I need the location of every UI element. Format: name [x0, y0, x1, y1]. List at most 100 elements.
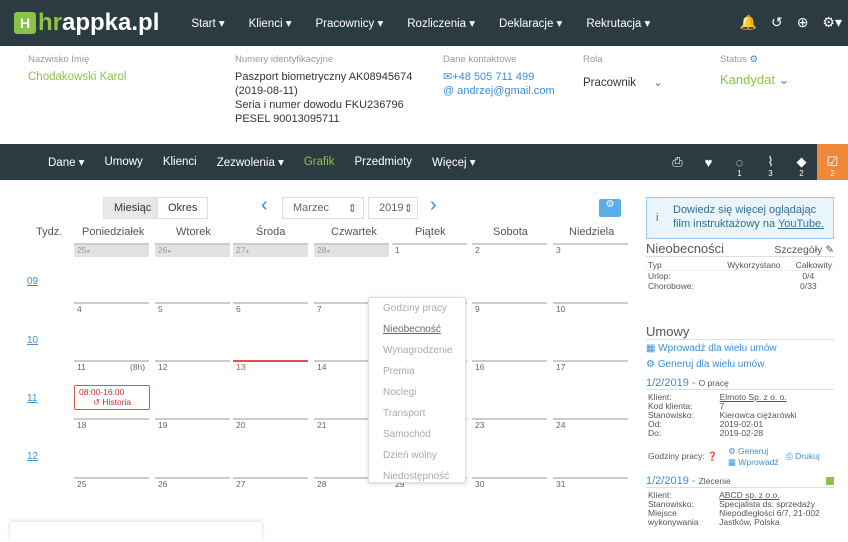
day-number: 26	[158, 479, 168, 489]
logo[interactable]: H hr appka.pl	[14, 9, 159, 37]
tab-grafik[interactable]: Grafik	[294, 156, 345, 168]
menu-item-niedostepnosc[interactable]: Niedostępność	[369, 466, 465, 487]
day-cell[interactable]: 26	[155, 477, 230, 491]
at-icon: @	[443, 85, 458, 97]
day-cell[interactable]: 27	[233, 477, 308, 491]
globe-icon[interactable]: ⊕	[797, 14, 809, 31]
day-cell[interactable]: 25●	[74, 243, 149, 257]
day-number: 18	[77, 420, 87, 430]
menu-item-premia[interactable]: Premia	[369, 361, 465, 382]
menu-item-godziny[interactable]: Godziny pracy	[369, 298, 465, 319]
day-cell[interactable]: 13	[233, 360, 308, 374]
menu-item-samochod[interactable]: Samochód	[369, 424, 465, 445]
youtube-link[interactable]: YouTube.	[778, 218, 824, 230]
enter-many-link[interactable]: ▦ Wprowadź dla wielu umów	[646, 343, 777, 354]
day-cell[interactable]: 19	[155, 418, 230, 432]
day-cell[interactable]: 2	[472, 243, 547, 257]
calendar-settings-button[interactable]: ⚙	[599, 199, 621, 217]
nav-rozliczenia[interactable]: Rozliczenia ▾	[395, 16, 487, 30]
shift-event[interactable]: 08:00-16:00 ↺ Historia	[74, 385, 150, 410]
menu-item-dzien-wolny[interactable]: Dzień wolny	[369, 445, 465, 466]
nav-klienci[interactable]: Klienci ▾	[237, 16, 304, 30]
contract-2-title[interactable]: 1/2/2019 - Zlecenie	[646, 475, 834, 488]
tab-przedmioty[interactable]: Przedmioty	[345, 156, 423, 168]
day-number: 14	[317, 362, 327, 372]
day-number: 10	[556, 304, 566, 314]
name-label: Nazwisko Imię	[28, 54, 90, 65]
tab-zezwolenia[interactable]: Zezwolenia ▾	[207, 155, 294, 169]
paperclip-icon[interactable]: ⌇ 3	[755, 144, 786, 180]
gears-icon[interactable]: ⚙▾	[822, 14, 842, 31]
day-cell[interactable]: 24	[553, 418, 628, 432]
nav-start[interactable]: Start ▾	[179, 16, 236, 30]
role-select[interactable]: Pracownik ⌄	[583, 75, 663, 89]
day-cell[interactable]: 23	[472, 418, 547, 432]
day-cell[interactable]: 6	[233, 302, 308, 316]
email-link[interactable]: @ andrzej@gmail.com	[443, 84, 555, 98]
day-cell[interactable]: 20	[233, 418, 308, 432]
heart-icon[interactable]: ♥	[693, 144, 724, 180]
week-number[interactable]: 12	[27, 451, 38, 462]
menu-item-nieobecnosc[interactable]: Nieobecność	[369, 319, 465, 340]
nav-rekrutacja[interactable]: Rekrutacja ▾	[574, 16, 662, 30]
day-number: 16	[475, 362, 485, 372]
day-number: 6	[236, 304, 241, 314]
day-cell[interactable]: 31	[553, 477, 628, 491]
day-cell[interactable]: 12	[155, 360, 230, 374]
week-number[interactable]: 10	[27, 335, 38, 346]
details-link[interactable]: Szczegóły ✎	[774, 244, 834, 256]
tab-wiecej[interactable]: Więcej ▾	[422, 155, 485, 169]
view-range-button[interactable]: Okres	[157, 197, 209, 219]
day-cell[interactable]: 10	[553, 302, 628, 316]
gear-icon[interactable]: ⚙	[750, 54, 759, 65]
tab-umowy[interactable]: Umowy	[94, 156, 152, 168]
info-icon: i	[656, 212, 659, 224]
status-select[interactable]: Kandydat ⌄	[720, 72, 789, 88]
nav-pracownicy[interactable]: Pracownicy ▾	[303, 16, 395, 30]
year-select[interactable]: 2019 ⇕	[368, 197, 418, 219]
print-icon[interactable]: ⎙	[662, 144, 693, 180]
task-icon[interactable]: ☑ 2	[817, 144, 848, 180]
generate-link[interactable]: ⚙ Generuj	[728, 446, 768, 456]
tab-klienci[interactable]: Klienci	[153, 156, 207, 168]
day-cell[interactable]: 18	[74, 418, 149, 432]
employee-header: Nazwisko Imię Chodakowski Karol Numery i…	[0, 46, 848, 144]
chat-icon[interactable]: ◌ 1	[724, 144, 755, 180]
prev-month-icon[interactable]: ‹	[261, 194, 268, 217]
menu-item-noclegi[interactable]: Noclegi	[369, 382, 465, 403]
menu-item-wynagrodzenie[interactable]: Wynagrodzenie	[369, 340, 465, 361]
day-cell[interactable]: 5	[155, 302, 230, 316]
status-dot: ●	[326, 249, 331, 255]
next-month-icon[interactable]: ›	[430, 194, 437, 217]
day-cell[interactable]: 9	[472, 302, 547, 316]
day-cell[interactable]: 25	[74, 477, 149, 491]
view-month-button[interactable]: Miesiąc	[103, 197, 163, 219]
day-cell[interactable]: 30	[472, 477, 547, 491]
phone-link[interactable]: ✉+48 505 711 499	[443, 70, 555, 84]
day-cell[interactable]: 28●	[314, 243, 389, 257]
month-select[interactable]: Marzec ⇕	[282, 197, 364, 219]
day-cell[interactable]: 27●	[233, 243, 308, 257]
contract-1-title[interactable]: 1/2/2019 - O pracę	[646, 377, 834, 390]
generate-many-link[interactable]: ⚙ Generuj dla wielu umów	[646, 359, 764, 370]
nav-deklaracje[interactable]: Deklaracje ▾	[487, 16, 574, 30]
tab-dane[interactable]: Dane ▾	[38, 155, 94, 169]
day-cell[interactable]: 16	[472, 360, 547, 374]
day-cell[interactable]: 17	[553, 360, 628, 374]
day-number: 27	[236, 479, 246, 489]
week-number[interactable]: 11	[27, 393, 37, 404]
menu-item-transport[interactable]: Transport	[369, 403, 465, 424]
day-number: 5	[158, 304, 163, 314]
enter-link[interactable]: ▦ Wprowadź	[728, 457, 779, 467]
tag-icon[interactable]: ◆ 2	[786, 144, 817, 180]
day-cell[interactable]: 26●	[155, 243, 230, 257]
bell-icon[interactable]: 🔔	[740, 14, 757, 31]
day-cell[interactable]: 4	[74, 302, 149, 316]
history-icon[interactable]: ↺	[771, 14, 783, 31]
day-cell[interactable]: 1	[392, 243, 467, 257]
role-label: Rola	[583, 54, 603, 65]
print-link[interactable]: ⎙ Drukuj	[786, 451, 820, 462]
day-cell[interactable]: 3	[553, 243, 628, 257]
help-icon[interactable]: ❓	[707, 451, 718, 461]
week-number[interactable]: 09	[27, 276, 38, 287]
